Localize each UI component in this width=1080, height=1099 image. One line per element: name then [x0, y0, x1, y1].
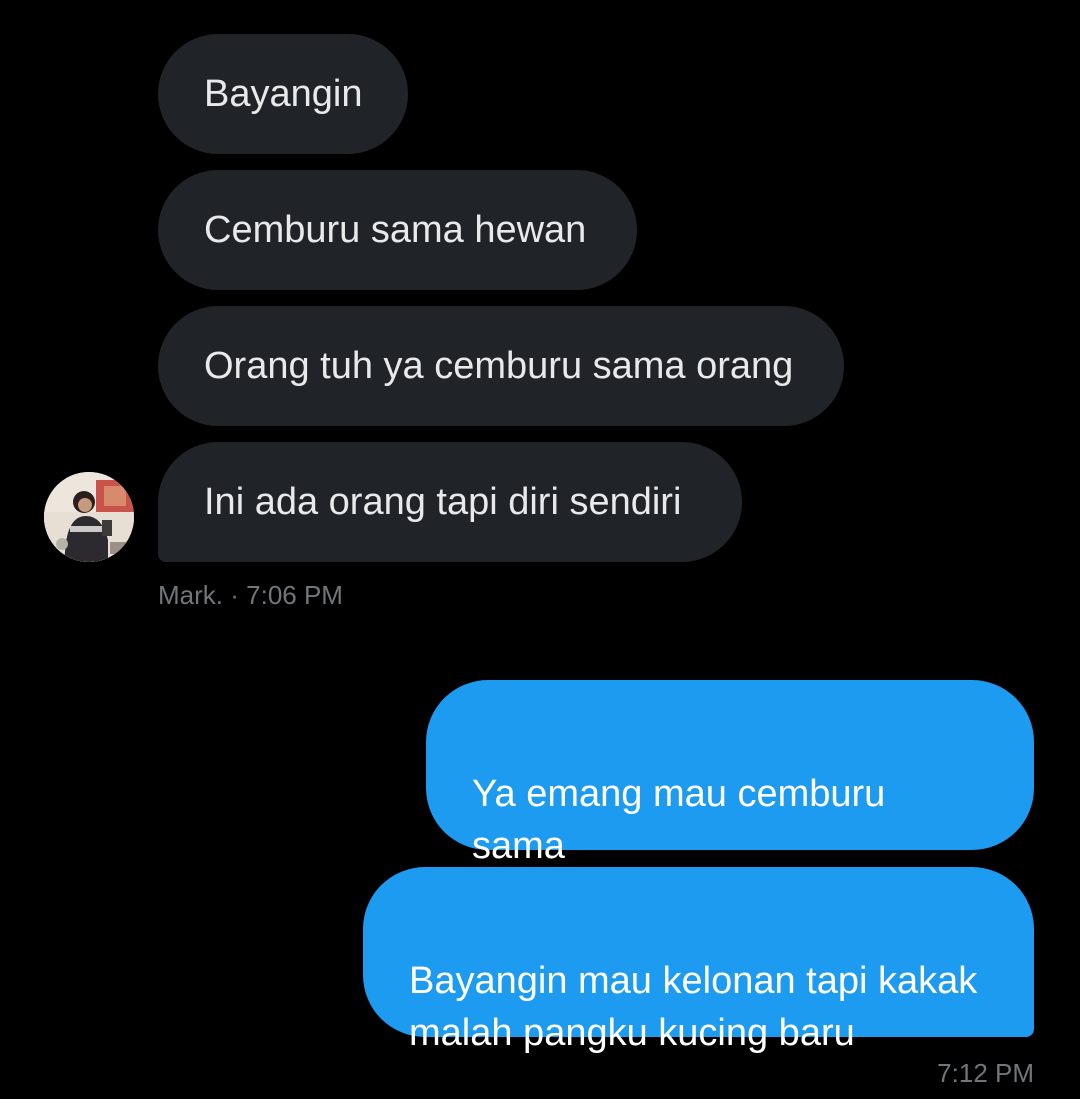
sent-timestamp: 7:12 PM	[937, 1058, 1034, 1089]
received-message-bubble[interactable]: Cemburu sama hewan	[158, 170, 637, 290]
received-time: 7:06 PM	[246, 580, 343, 610]
sender-name: Mark.	[158, 580, 223, 610]
received-message-bubble[interactable]: Bayangin	[158, 34, 408, 154]
sent-message-bubble[interactable]: Bayangin mau kelonan tapi kakak malah pa…	[363, 867, 1034, 1054]
message-text: Bayangin	[204, 73, 363, 115]
message-text: Cemburu sama hewan	[204, 209, 587, 251]
received-message-bubble[interactable]: Ini ada orang tapi diri sendiri	[158, 442, 742, 562]
meta-separator: ·	[230, 580, 239, 610]
message-text: Orang tuh ya cemburu sama orang	[204, 345, 794, 387]
sender-avatar[interactable]	[44, 472, 134, 562]
message-text: Ini ada orang tapi diri sendiri	[204, 481, 682, 523]
received-timestamp: Mark. · 7:06 PM	[158, 580, 343, 611]
avatar-photo-icon	[44, 472, 134, 562]
received-message-bubble[interactable]: Orang tuh ya cemburu sama orang	[158, 306, 844, 426]
message-text: Bayangin mau kelonan tapi kakak malah pa…	[409, 960, 978, 1054]
sent-time: 7:12 PM	[937, 1058, 1034, 1088]
sent-message-bubble[interactable]: Ya emang mau cemburu sama siapa lagi cob…	[426, 680, 1034, 967]
